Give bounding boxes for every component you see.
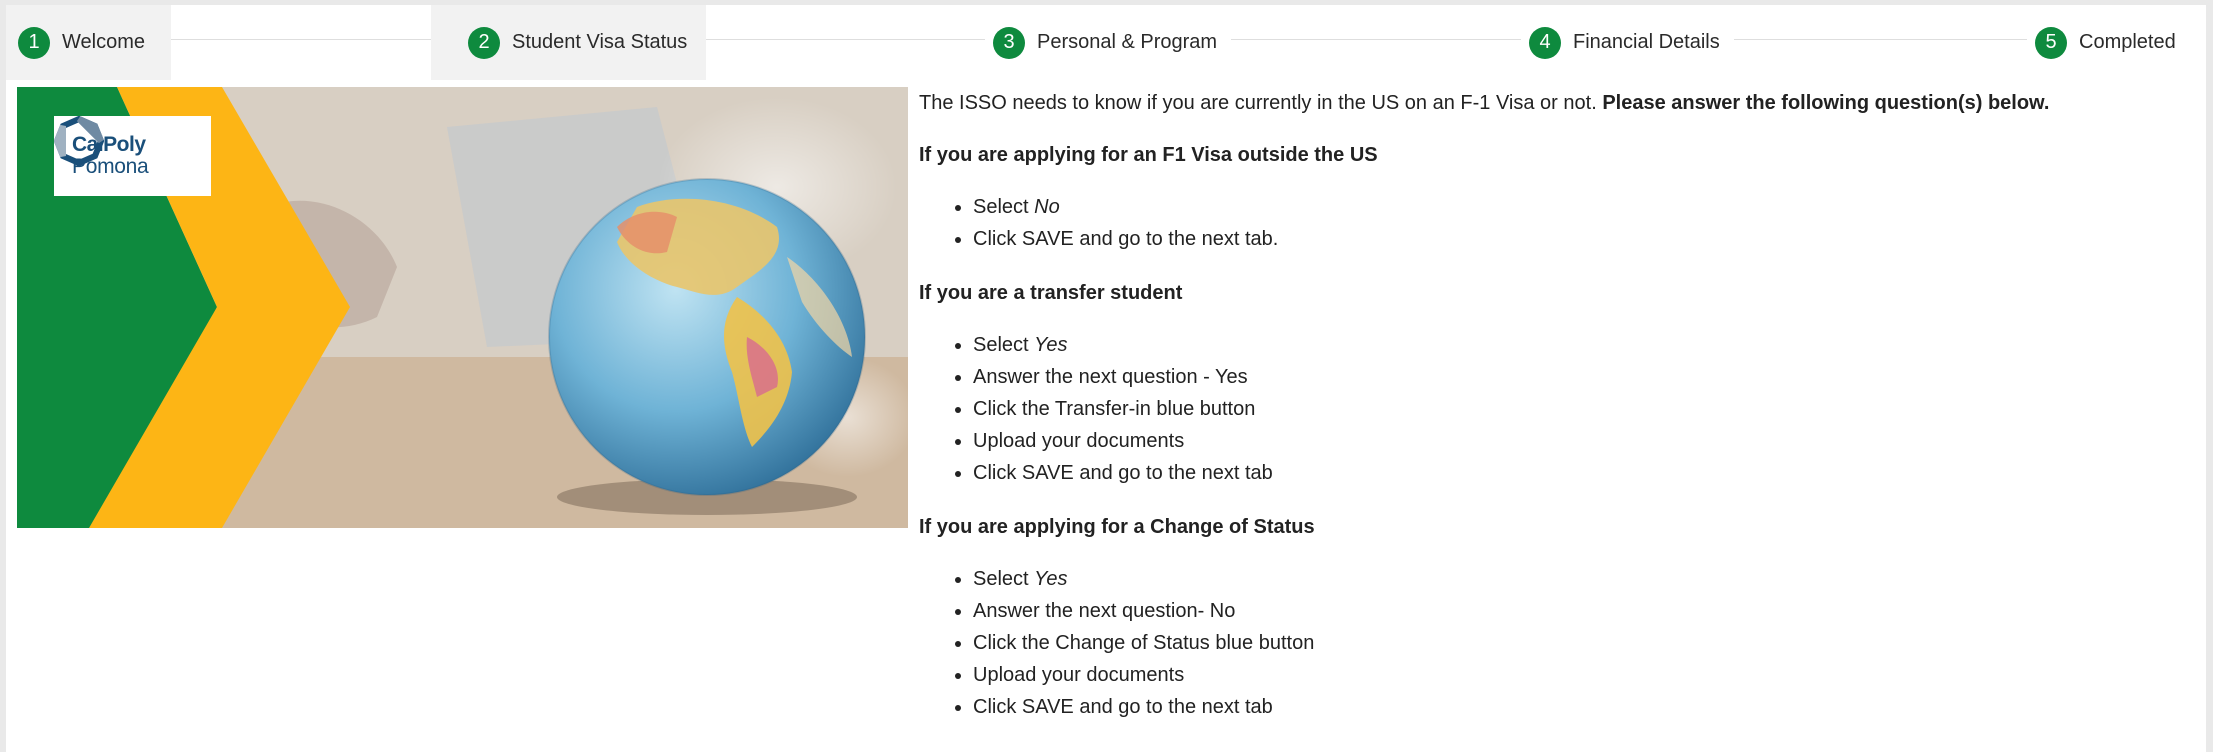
section-heading-f1-outside: If you are applying for an F1 Visa outsi… (919, 144, 1378, 166)
banner-image: CalPoly Pomona (17, 87, 908, 528)
list-item: Select Yes (973, 329, 2199, 361)
step-number: 3 (993, 26, 1025, 59)
list-item: Upload your documents (973, 659, 2199, 691)
step-label: Completed (2079, 31, 2182, 54)
step-personal-program[interactable]: 3 Personal & Program (985, 5, 1232, 80)
step-number: 4 (1529, 26, 1561, 59)
wizard-stepper: 1 Welcome 2 Student Visa Status 3 Person… (6, 5, 2206, 80)
section-heading-change-of-status: If you are applying for a Change of Stat… (919, 516, 1315, 538)
instructions-list: Select Yes Answer the next question- No … (919, 563, 2199, 723)
step-number: 5 (2035, 26, 2067, 59)
step-student-visa-status[interactable]: 2 Student Visa Status (431, 5, 706, 80)
step-number: 1 (18, 26, 50, 59)
wizard-frame: 1 Welcome 2 Student Visa Status 3 Person… (6, 5, 2206, 752)
step-number: 2 (468, 26, 500, 59)
list-item: Answer the next question - Yes (973, 361, 2199, 393)
instructions-list: Select Yes Answer the next question - Ye… (919, 329, 2199, 489)
list-item: Select Yes (973, 563, 2199, 595)
list-item: Click SAVE and go to the next tab. (973, 223, 2199, 255)
instructions-list: Select No Click SAVE and go to the next … (919, 191, 2199, 255)
list-item: Click SAVE and go to the next tab (973, 691, 2199, 723)
list-item: Click SAVE and go to the next tab (973, 457, 2199, 489)
list-item: Select No (973, 191, 2199, 223)
list-item: Click the Transfer-in blue button (973, 393, 2199, 425)
instructions-panel: The ISSO needs to know if you are curren… (919, 87, 2199, 745)
step-label: Financial Details (1573, 31, 1726, 54)
step-completed[interactable]: 5 Completed (2027, 5, 2190, 80)
step-welcome[interactable]: 1 Welcome (6, 5, 171, 80)
step-label: Personal & Program (1037, 31, 1224, 54)
section-heading-transfer: If you are a transfer student (919, 282, 1183, 304)
list-item: Upload your documents (973, 425, 2199, 457)
calpoly-pomona-logo: CalPoly Pomona (54, 116, 211, 196)
list-item: Answer the next question- No (973, 595, 2199, 627)
intro-text: The ISSO needs to know if you are curren… (919, 92, 1603, 114)
intro-bold: Please answer the following question(s) … (1602, 92, 2050, 114)
step-financial-details[interactable]: 4 Financial Details (1521, 5, 1734, 80)
intro-paragraph: The ISSO needs to know if you are curren… (919, 87, 2199, 119)
step-label: Student Visa Status (512, 31, 694, 54)
list-item: Click the Change of Status blue button (973, 627, 2199, 659)
octagon-logo-icon (54, 116, 104, 166)
step-label: Welcome (62, 31, 151, 54)
